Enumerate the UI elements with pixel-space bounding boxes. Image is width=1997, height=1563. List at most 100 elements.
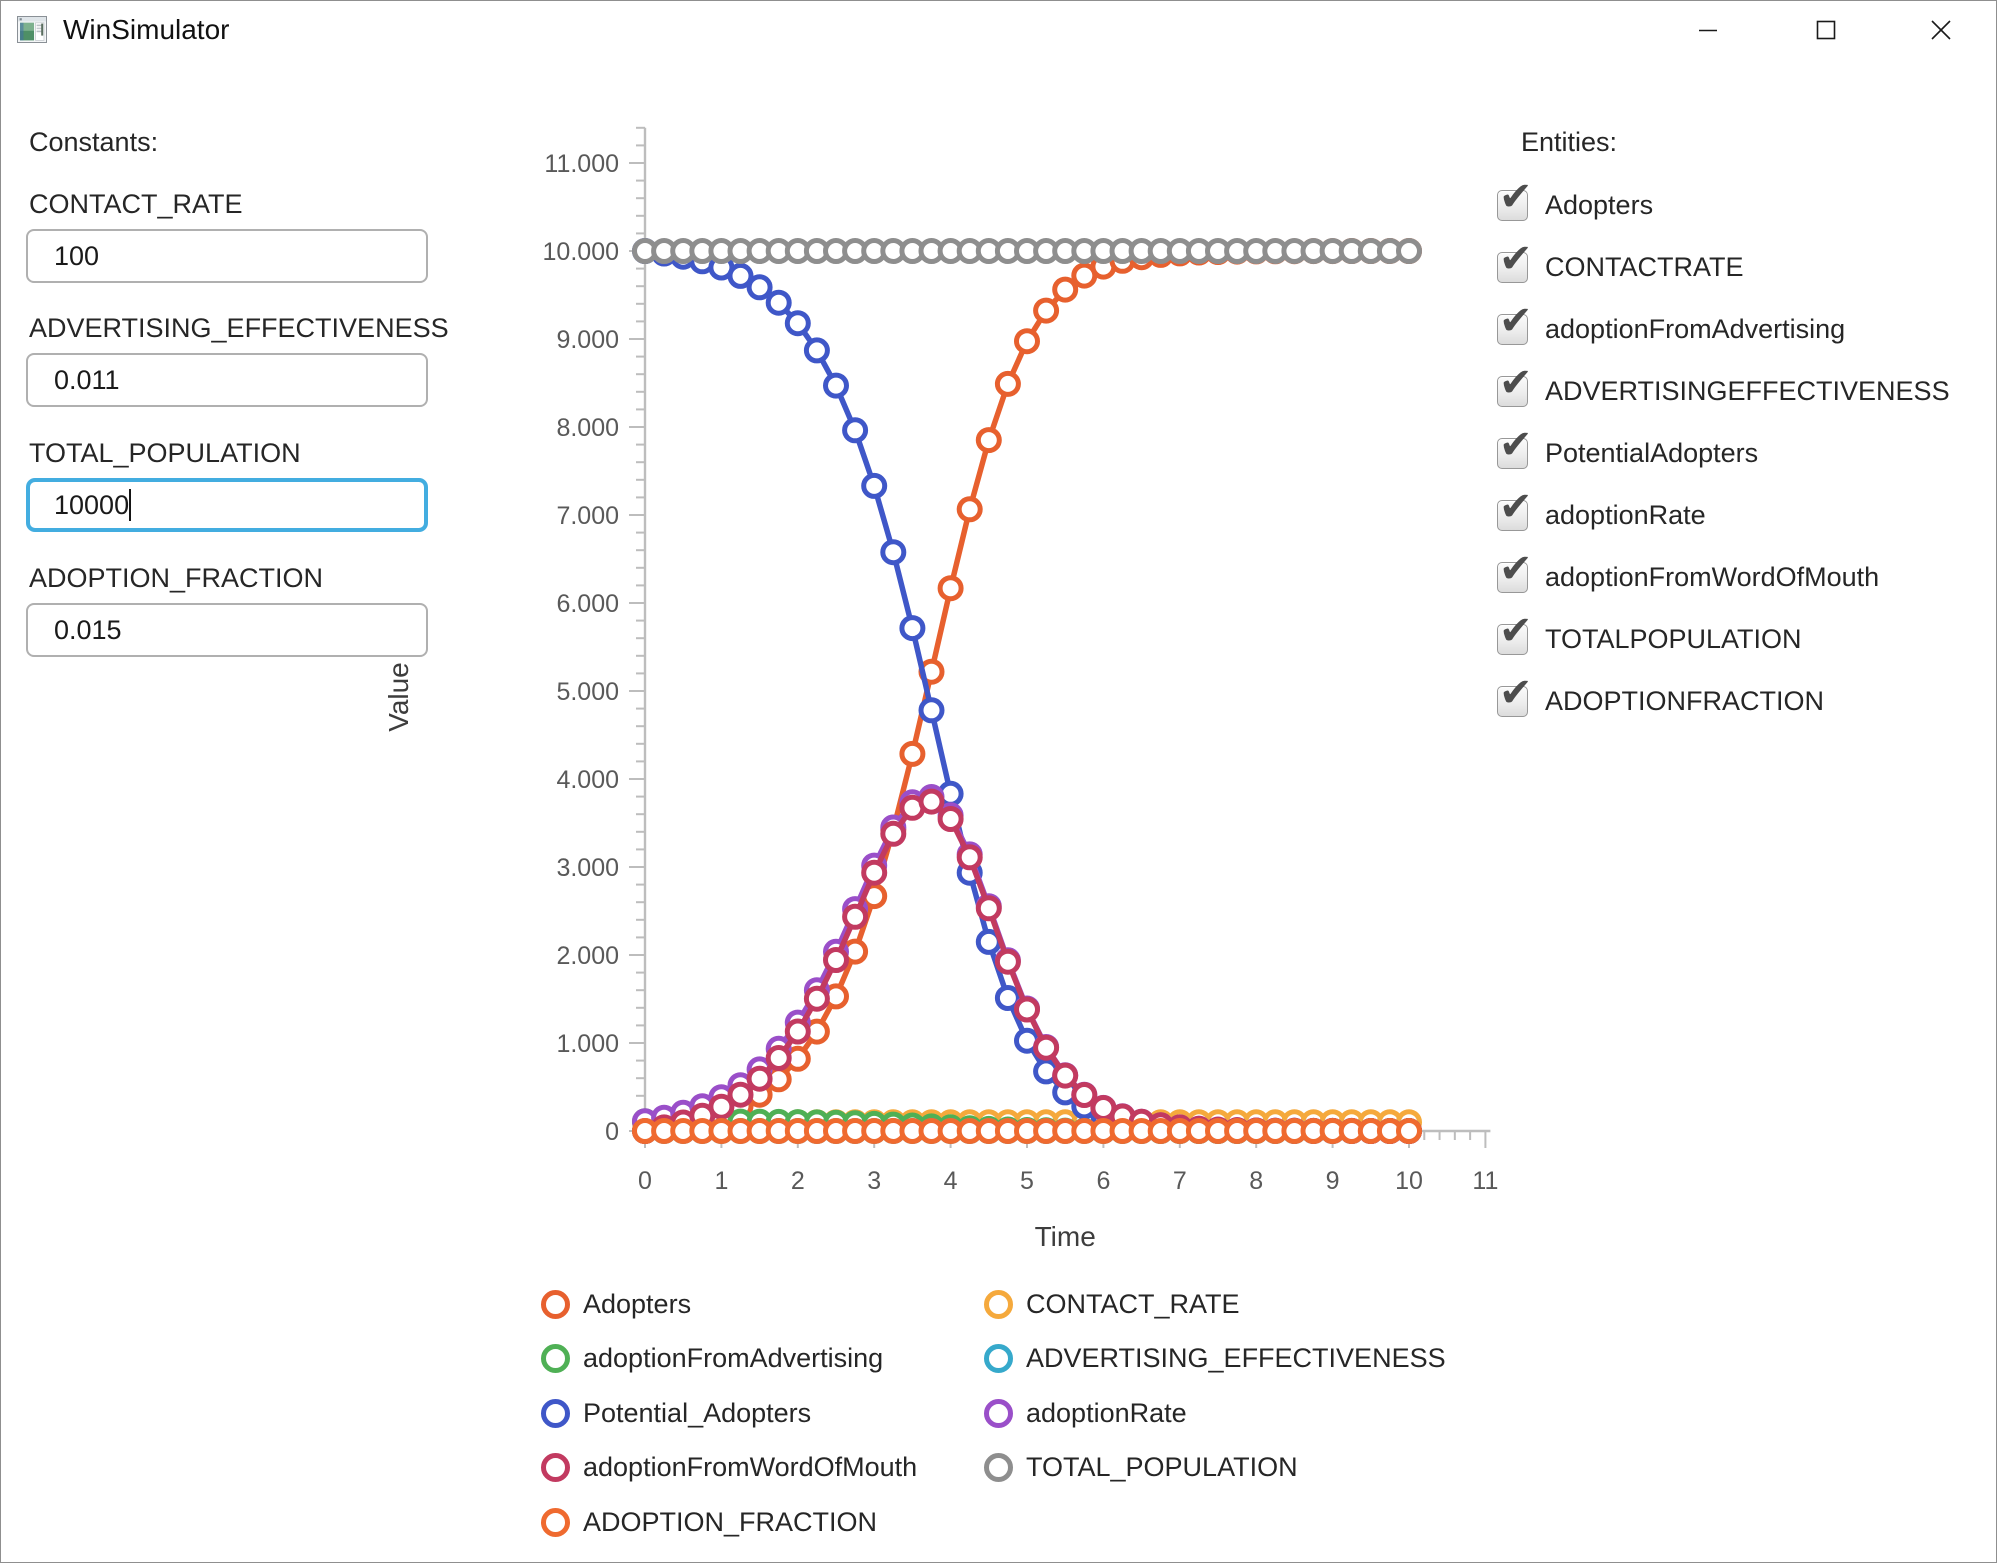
legend-marker-icon xyxy=(984,1344,1013,1373)
x-tick-label: 2 xyxy=(791,1167,805,1195)
window-title: WinSimulator xyxy=(63,14,229,46)
legend-item-ADVERTISING_EFFECTIVENESS: ADVERTISING_EFFECTIVENESS xyxy=(984,1332,1446,1387)
minimize-icon xyxy=(1695,17,1721,43)
legend-label: adoptionRate xyxy=(1026,1398,1187,1429)
x-tick-label: 4 xyxy=(944,1167,958,1195)
legend-marker-icon xyxy=(541,1344,570,1373)
legend-item-Potential_Adopters: Potential_Adopters xyxy=(541,1386,917,1441)
legend-marker-icon xyxy=(541,1399,570,1428)
adoption-fraction-input[interactable] xyxy=(26,603,428,657)
data-point-marker xyxy=(787,313,808,334)
data-point-marker xyxy=(997,951,1018,972)
data-point-marker xyxy=(1017,999,1038,1020)
x-tick-label: 9 xyxy=(1326,1167,1340,1195)
data-point-marker xyxy=(730,1084,751,1105)
y-tick-label: 0 xyxy=(605,1118,619,1146)
legend-label: ADOPTION_FRACTION xyxy=(583,1507,877,1538)
legend-label: TOTAL_POPULATION xyxy=(1026,1452,1298,1483)
data-point-marker xyxy=(921,791,942,812)
total-population-input[interactable] xyxy=(26,478,428,532)
contact-rate-input[interactable] xyxy=(26,229,428,283)
y-tick-label: 1.000 xyxy=(556,1030,619,1058)
x-axis-title: Time xyxy=(1035,1221,1096,1252)
data-point-marker xyxy=(845,420,866,441)
legend-label: adoptionFromWordOfMouth xyxy=(583,1452,917,1483)
legend-marker-icon xyxy=(984,1290,1013,1319)
x-tick-label: 5 xyxy=(1020,1167,1034,1195)
legend-item-Adopters: Adopters xyxy=(541,1277,917,1332)
data-point-marker xyxy=(826,375,847,396)
y-tick-label: 5.000 xyxy=(556,678,619,706)
chart-plot: 0 1.000 2.000 3.000 4.000 5.000 6.000 7.000 8.00… xyxy=(381,121,1591,1271)
data-point-marker xyxy=(864,862,885,883)
series-adoptionFromWordOfMouth xyxy=(635,791,1420,1141)
legend-marker-icon xyxy=(541,1453,570,1482)
legend-label: adoptionFromAdvertising xyxy=(583,1343,883,1374)
data-point-marker xyxy=(826,950,847,971)
x-tick-label: 6 xyxy=(1096,1167,1110,1195)
data-point-marker xyxy=(902,618,923,639)
y-tick-label: 11.000 xyxy=(544,150,619,178)
data-point-marker xyxy=(768,1048,789,1069)
data-point-marker xyxy=(845,906,866,927)
data-point-marker xyxy=(978,430,999,451)
x-tick-label: 7 xyxy=(1173,1167,1187,1195)
data-point-marker xyxy=(749,1068,770,1089)
x-tick-label: 8 xyxy=(1249,1167,1263,1195)
legend-item-adoptionFromAdvertising: adoptionFromAdvertising xyxy=(541,1332,917,1387)
data-point-marker xyxy=(921,700,942,721)
legend-column-2: CONTACT_RATE ADVERTISING_EFFECTIVENESSado… xyxy=(984,1277,1446,1495)
legend-marker-icon xyxy=(541,1290,570,1319)
x-tick-label: 1 xyxy=(714,1167,728,1195)
y-tick-label: 3.000 xyxy=(556,854,619,882)
data-point-marker xyxy=(864,475,885,496)
data-point-marker xyxy=(940,578,961,599)
x-tick-label: 3 xyxy=(867,1167,881,1195)
legend-label: Adopters xyxy=(583,1289,691,1320)
title-bar[interactable]: WinSimulator xyxy=(1,1,1996,59)
legend-item-ADOPTION_FRACTION: ADOPTION_FRACTION xyxy=(541,1495,917,1550)
data-point-marker xyxy=(997,373,1018,394)
y-tick-label: 10.000 xyxy=(543,238,619,266)
data-point-marker xyxy=(1036,1037,1057,1058)
app-icon xyxy=(17,16,47,43)
data-point-marker xyxy=(883,823,904,844)
winsimulator-window: WinSimulator Constants: CONTACT_RATE ADV… xyxy=(0,0,1997,1563)
advertising-effectiveness-input[interactable] xyxy=(26,353,428,407)
legend-label: CONTACT_RATE xyxy=(1026,1289,1240,1320)
legend-item-TOTAL_POPULATION: TOTAL_POPULATION xyxy=(984,1441,1446,1496)
maximize-button[interactable] xyxy=(1788,1,1864,59)
contact-rate-label: CONTACT_RATE xyxy=(29,189,243,220)
series-TOTAL_POPULATION xyxy=(635,241,1420,262)
x-tick-label: 10 xyxy=(1395,1167,1423,1195)
y-tick-label: 4.000 xyxy=(556,766,619,794)
legend-label: ADVERTISING_EFFECTIVENESS xyxy=(1026,1343,1446,1374)
legend-column-1: Adopters adoptionFromAdvertising Potential… xyxy=(541,1277,917,1550)
data-point-marker xyxy=(787,1021,808,1042)
data-point-marker xyxy=(1055,1065,1076,1086)
legend-item-CONTACT_RATE: CONTACT_RATE xyxy=(984,1277,1446,1332)
legend-item-adoptionFromWordOfMouth: adoptionFromWordOfMouth xyxy=(541,1441,917,1496)
y-tick-label: 7.000 xyxy=(556,502,619,530)
close-icon xyxy=(1927,16,1955,44)
close-button[interactable] xyxy=(1903,1,1979,59)
x-tick-label: 0 xyxy=(638,1167,652,1195)
x-tick-label: 11 xyxy=(1472,1167,1498,1195)
y-axis-title: Value xyxy=(383,467,415,927)
legend-marker-icon xyxy=(541,1508,570,1537)
data-point-marker xyxy=(978,898,999,919)
y-tick-label: 6.000 xyxy=(556,590,619,618)
series-ADOPTION_FRACTION xyxy=(635,1121,1420,1142)
data-point-marker xyxy=(959,847,980,868)
legend-label: Potential_Adopters xyxy=(583,1398,811,1429)
constants-heading: Constants: xyxy=(29,127,158,158)
minimize-button[interactable] xyxy=(1670,1,1746,59)
y-tick-label: 9.000 xyxy=(556,326,619,354)
chart-canvas: Value 0 1.000 2.000 3.000 4.000 5.000 6.000 7.0… xyxy=(381,121,1591,1271)
y-tick-label: 2.000 xyxy=(556,942,619,970)
legend-item-adoptionRate: adoptionRate xyxy=(984,1386,1446,1441)
data-point-marker xyxy=(806,340,827,361)
data-point-marker xyxy=(1399,1121,1420,1142)
y-tick-label: 8.000 xyxy=(556,414,619,442)
entity-label: ADVERTISINGEFFECTIVENESS xyxy=(1545,376,1950,407)
